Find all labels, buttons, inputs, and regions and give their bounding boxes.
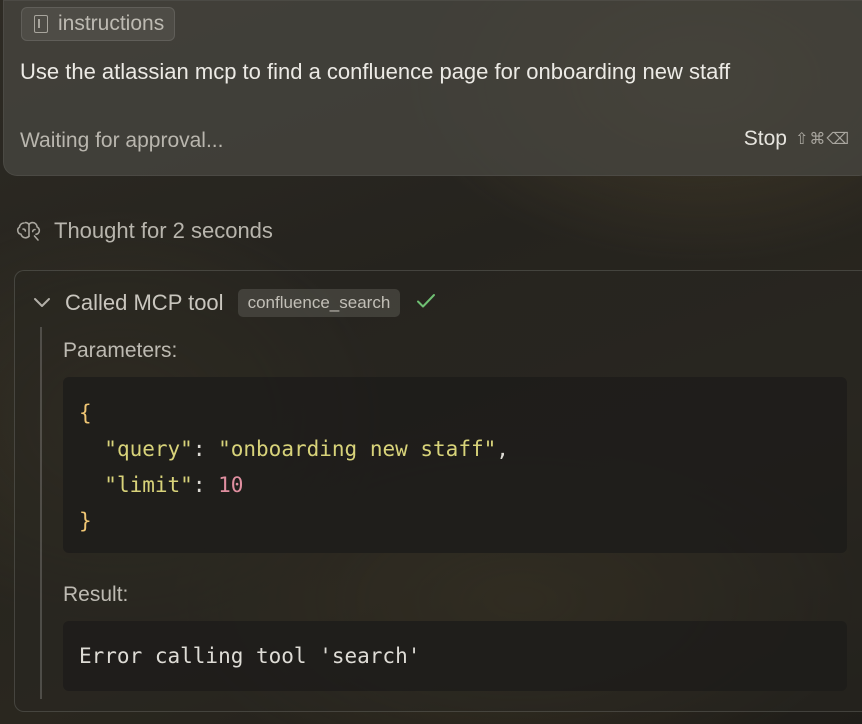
chevron-down-icon[interactable] xyxy=(33,297,51,309)
json-value-limit: 10 xyxy=(218,473,244,497)
approval-status: Waiting for approval... xyxy=(20,129,224,152)
brain-icon xyxy=(16,220,42,242)
prompt-text: Use the atlassian mcp to find a confluen… xyxy=(20,59,731,84)
thought-text: Thought for 2 seconds xyxy=(54,218,273,243)
stop-button[interactable]: Stop ⇧⌘⌫ xyxy=(744,127,850,151)
result-text: Error calling tool 'search' xyxy=(79,644,421,668)
json-close-brace: } xyxy=(79,509,92,533)
tool-call-divider xyxy=(40,327,42,699)
instructions-chip[interactable]: instructions xyxy=(21,7,176,41)
stop-button-label: Stop xyxy=(743,127,787,150)
instructions-chip-label: instructions xyxy=(58,12,165,35)
tool-call-header[interactable]: Called MCP tool confluence_search xyxy=(33,289,436,317)
book-icon xyxy=(34,15,48,33)
mcp-tool-call-card: Called MCP tool confluence_search Parame… xyxy=(14,270,862,712)
json-open-brace: { xyxy=(79,401,92,425)
composer-panel: instructions Use the atlassian mcp to fi… xyxy=(3,0,862,176)
tool-name-badge: confluence_search xyxy=(237,289,401,317)
json-key-limit: "limit" xyxy=(104,473,193,497)
check-icon xyxy=(416,293,436,314)
json-value-query: "onboarding new staff" xyxy=(218,437,497,461)
result-code-block: Error calling tool 'search' xyxy=(63,621,847,691)
tool-call-title: Called MCP tool xyxy=(65,290,224,315)
stop-shortcut: ⇧⌘⌫ xyxy=(794,131,850,148)
parameters-code-block: { "query": "onboarding new staff", "limi… xyxy=(63,377,847,553)
parameters-label: Parameters: xyxy=(63,339,178,362)
json-key-query: "query" xyxy=(104,437,193,461)
thought-summary[interactable]: Thought for 2 seconds xyxy=(16,218,273,244)
result-label: Result: xyxy=(63,583,129,606)
